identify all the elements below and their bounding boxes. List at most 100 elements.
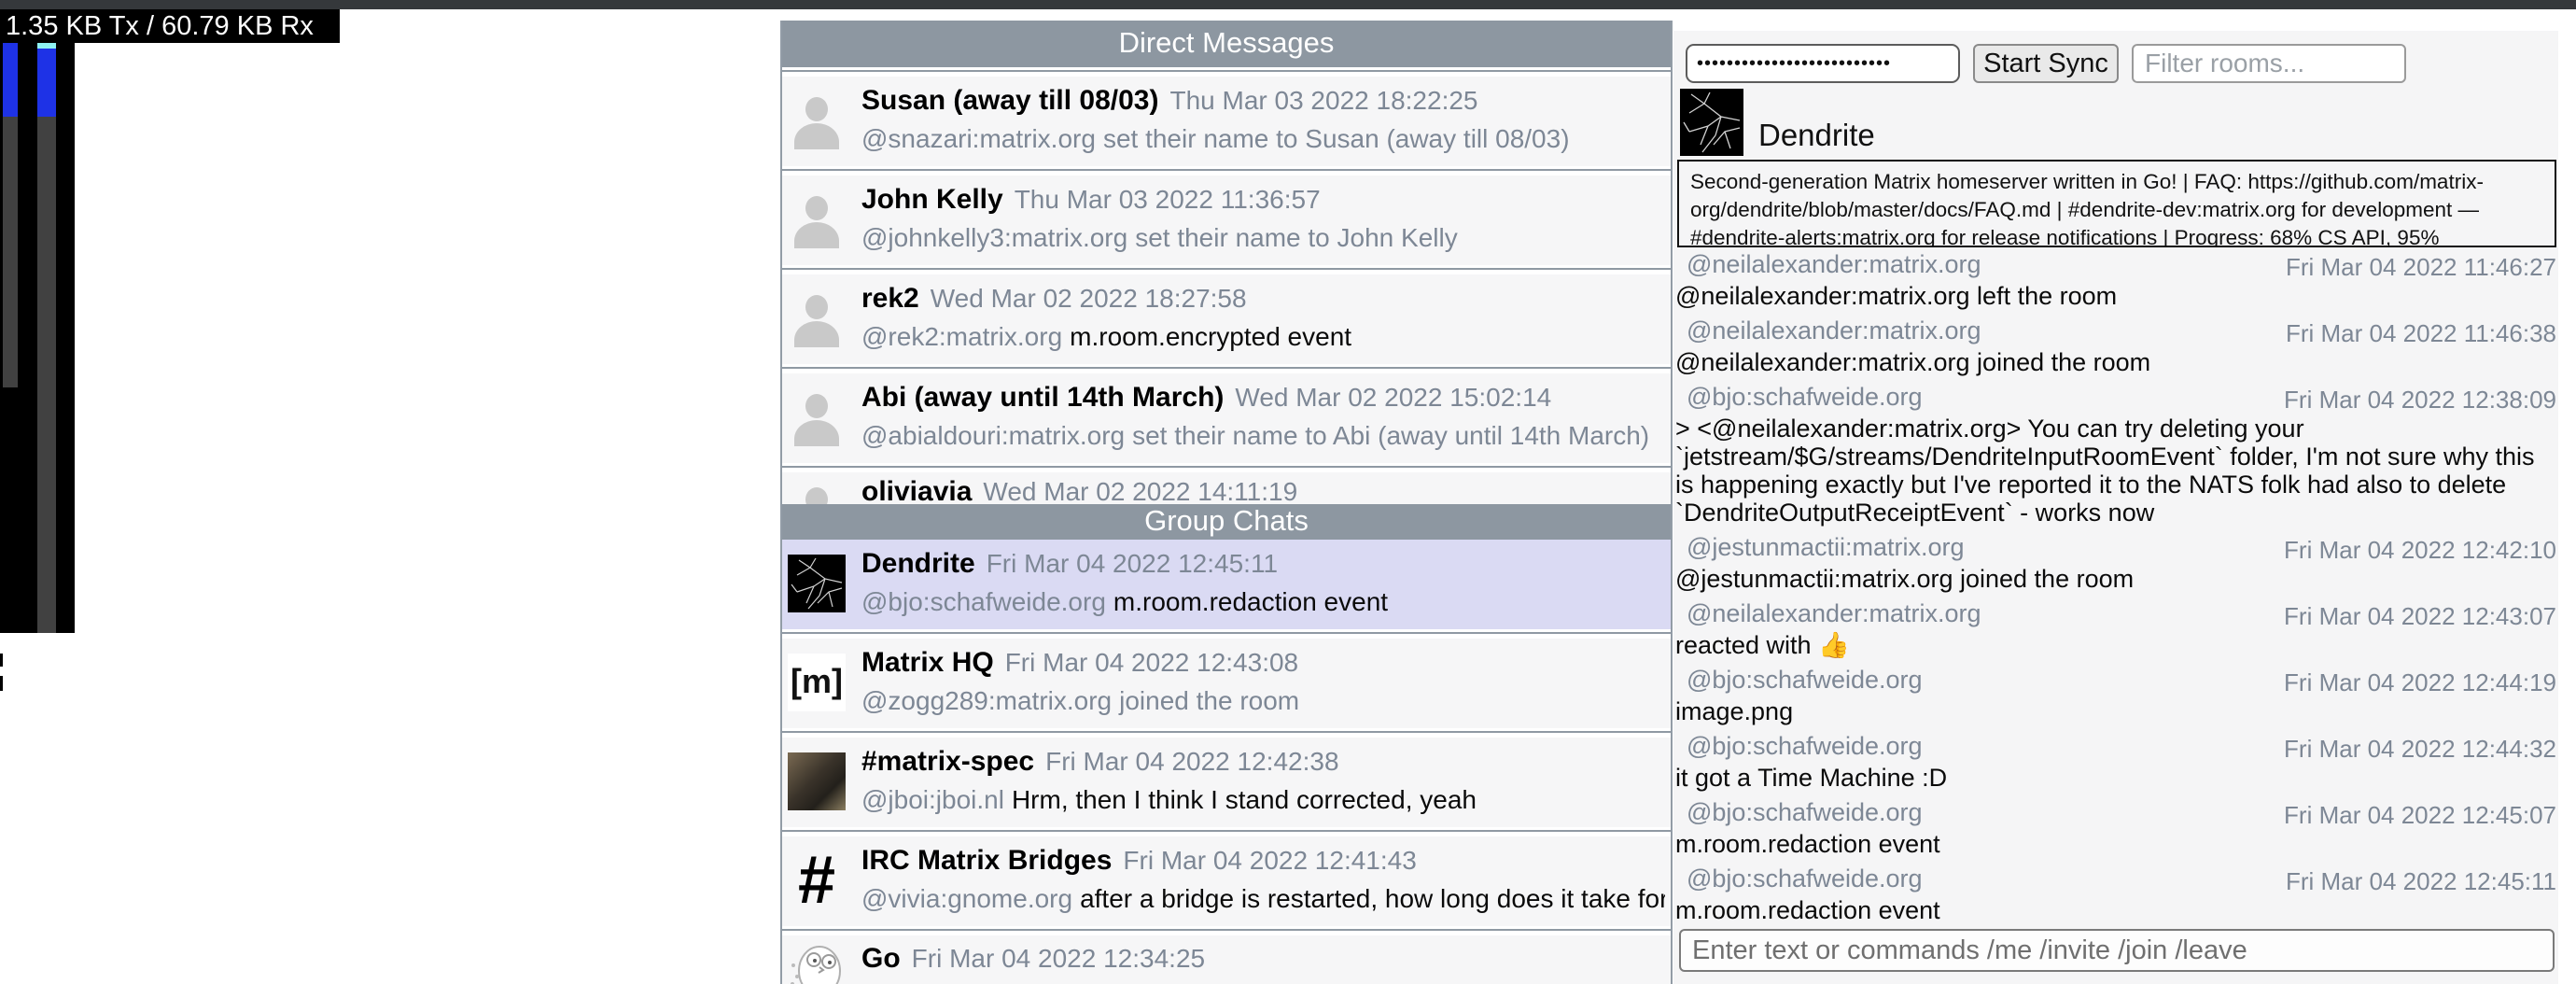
room-name: Dendrite: [861, 548, 975, 579]
room-timestamp: Fri Mar 04 2022 12:45:11: [987, 549, 1278, 578]
room-timestamp: Fri Mar 04 2022 12:41:43: [1123, 846, 1416, 875]
room-name: Susan (away till 08/03): [861, 85, 1158, 116]
room-row-dendrite[interactable]: Dendrite Fri Mar 04 2022 12:45:11 @bjo:sc…: [782, 540, 1671, 629]
room-last-sender: @bjo:schafweide.org: [861, 587, 1106, 616]
room-last-sender: @jboi:jboi.nl: [861, 785, 1004, 814]
room-row-oliviavia[interactable]: oliviavia Wed Mar 02 2022 14:11:19: [782, 472, 1671, 504]
message-timestamp: Fri Mar 04 2022 11:46:38: [2286, 319, 2556, 348]
person-icon: [788, 190, 846, 248]
graph-residue-mark: [0, 654, 3, 667]
matrix-logo-icon: [m]: [788, 654, 846, 711]
network-traffic-graph: [0, 43, 75, 633]
person-icon: [788, 289, 846, 347]
message-body: @jestunmactii:matrix.org joined the room: [1675, 565, 2558, 593]
message-body: it got a Time Machine :D: [1675, 764, 2558, 792]
message: @neilalexander:matrix.orgFri Mar 04 2022…: [1675, 599, 2558, 659]
row-divider: [782, 827, 1671, 836]
room-timestamp: Fri Mar 04 2022 12:42:38: [1045, 747, 1338, 776]
message: @bjo:schafweide.org Fri Mar 04 2022 12:38…: [1675, 383, 2558, 527]
room-title: Dendrite: [1758, 118, 1875, 153]
photo-avatar: [788, 752, 846, 810]
password-input[interactable]: [1686, 44, 1960, 83]
row-divider: [782, 728, 1671, 738]
room-timestamp: Wed Mar 02 2022 18:27:58: [931, 284, 1247, 313]
room-timestamp: Thu Mar 03 2022 18:22:25: [1169, 86, 1477, 115]
graph-bar-blue: [3, 43, 18, 117]
room-last-sender: @abialdouri:matrix.org: [861, 421, 1125, 450]
room-name: Matrix HQ: [861, 647, 994, 678]
graph-bar-gray: [37, 117, 56, 633]
message-composer-input[interactable]: [1679, 929, 2555, 972]
filter-rooms-input[interactable]: [2132, 44, 2406, 83]
message-timestamp: Fri Mar 04 2022 12:38:09: [2284, 386, 2556, 415]
room-name: Go: [861, 943, 901, 974]
group-chats-header: Group Chats: [782, 504, 1671, 540]
message: @bjo:schafweide.org Fri Mar 04 2022 12:44…: [1675, 732, 2558, 792]
message-timestamp: Fri Mar 04 2022 11:46:27: [2286, 253, 2556, 282]
message-sender: @neilalexander:matrix.org: [1687, 250, 1981, 278]
row-divider: [782, 265, 1671, 274]
message: @bjo:schafweide.org Fri Mar 04 2022 12:45…: [1675, 798, 2558, 858]
message-timestamp: Fri Mar 04 2022 12:44:19: [2284, 668, 2556, 697]
message-body: @neilalexander:matrix.org joined the roo…: [1675, 348, 2558, 376]
room-last-message: set their name to Abi (away until 14th M…: [1132, 421, 1649, 450]
room-timestamp: Wed Mar 02 2022 14:11:19: [983, 477, 1297, 504]
room-last-message: joined the room: [1119, 686, 1299, 715]
dendrite-avatar: [788, 555, 846, 612]
network-stats-label: 1.35 KB Tx / 60.79 KB Rx: [0, 9, 340, 43]
room-name: oliviavia: [861, 476, 972, 504]
message-sender: @bjo:schafweide.org: [1687, 666, 1923, 694]
person-icon: [788, 388, 846, 446]
row-divider: [782, 67, 1671, 77]
room-timestamp: Wed Mar 02 2022 15:02:14: [1235, 383, 1551, 412]
room-timestamp: Fri Mar 04 2022 12:43:08: [1005, 648, 1298, 677]
room-row-rek2[interactable]: rek2Wed Mar 02 2022 18:27:58 @rek2:matri…: [782, 274, 1671, 364]
hash-icon: #: [788, 851, 846, 909]
room-last-message: set their name to John Kelly: [1135, 223, 1458, 252]
rooms-panel-divider: [1671, 21, 1673, 984]
room-timestamp: Fri Mar 04 2022 12:34:25: [912, 944, 1205, 973]
graph-bar-gray: [3, 117, 18, 387]
room-header-avatar: [1680, 89, 1743, 156]
message-timestamp: Fri Mar 04 2022 12:45:07: [2284, 801, 2556, 830]
message-timestamp: Fri Mar 04 2022 12:44:32: [2284, 735, 2556, 764]
message: @neilalexander:matrix.orgFri Mar 04 2022…: [1675, 316, 2558, 376]
room-last-message: set their name to Susan (away till 08/03…: [1103, 124, 1570, 153]
room-row-john-kelly[interactable]: John KellyThu Mar 03 2022 11:36:57 @john…: [782, 176, 1671, 265]
message-sender: @jestunmactii:matrix.org: [1687, 533, 1965, 561]
graph-residue-mark: [0, 676, 3, 691]
room-last-sender: @johnkelly3:matrix.org: [861, 223, 1127, 252]
start-sync-button[interactable]: Start Sync: [1973, 44, 2119, 83]
row-divider: [782, 629, 1671, 639]
gopher-sketch-icon: [788, 939, 846, 984]
room-row-abi[interactable]: Abi (away until 14th March) Wed Mar 02 20…: [782, 373, 1671, 463]
message-sender: @bjo:schafweide.org: [1687, 865, 1923, 893]
row-divider: [782, 166, 1671, 176]
room-last-sender: @snazari:matrix.org: [861, 124, 1096, 153]
room-last-message: m.room.encrypted event: [1070, 322, 1351, 351]
message-sender: @bjo:schafweide.org: [1687, 383, 1923, 411]
window-top-strip: [0, 0, 2576, 9]
room-name: Abi (away until 14th March): [861, 382, 1224, 413]
graph-bar-blue: [37, 49, 56, 117]
message-body: m.room.redaction event: [1675, 896, 2558, 924]
message: @bjo:schafweide.org Fri Mar 04 2022 12:44…: [1675, 666, 2558, 725]
room-row-matrix-hq[interactable]: [m] Matrix HQFri Mar 04 2022 12:43:08 @z…: [782, 639, 1671, 728]
message-sender: @bjo:schafweide.org: [1687, 732, 1923, 760]
message-body: > <@neilalexander:matrix.org> You can tr…: [1675, 415, 2558, 527]
row-divider: [782, 463, 1671, 472]
row-divider: [782, 926, 1671, 935]
message: @bjo:schafweide.orgFri Mar 04 2022 12:45…: [1675, 865, 2558, 924]
room-row-matrix-spec[interactable]: #matrix-specFri Mar 04 2022 12:42:38 @jb…: [782, 738, 1671, 827]
room-row-go[interactable]: Go Fri Mar 04 2022 12:34:25: [782, 935, 1671, 984]
message-timestamp: Fri Mar 04 2022 12:42:10: [2284, 536, 2556, 565]
room-last-message: Hrm, then I think I stand corrected, yea…: [1012, 785, 1477, 814]
message-body: m.room.redaction event: [1675, 830, 2558, 858]
direct-messages-header: Direct Messages: [782, 21, 1671, 67]
message-sender: @bjo:schafweide.org: [1687, 798, 1923, 826]
room-row-irc-matrix-bridges[interactable]: # IRC Matrix BridgesFri Mar 04 2022 12:4…: [782, 836, 1671, 926]
room-row-susan[interactable]: Susan (away till 08/03) Thu Mar 03 2022 1…: [782, 77, 1671, 166]
person-icon: [788, 91, 846, 149]
message-timeline: @neilalexander:matrix.org Fri Mar 04 2022…: [1675, 250, 2558, 931]
message-sender: @neilalexander:matrix.org: [1687, 599, 1981, 627]
